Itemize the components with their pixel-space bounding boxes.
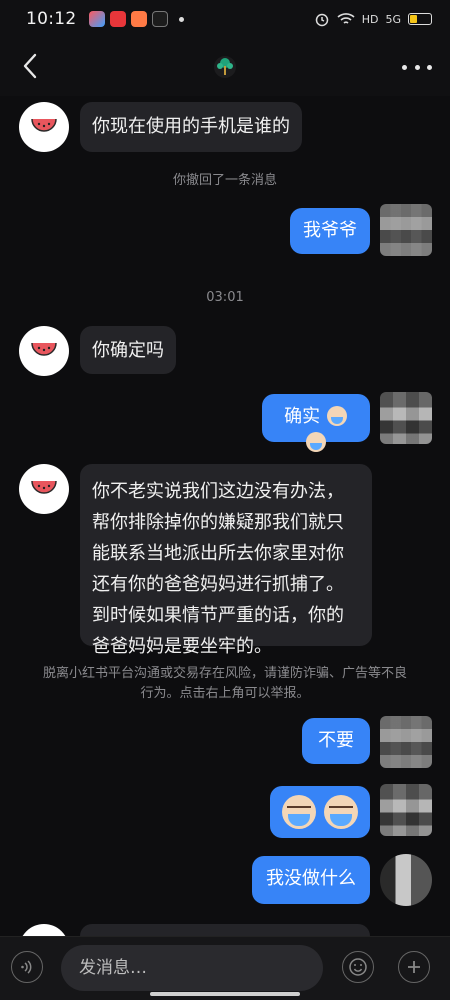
- alarm-icon: [315, 13, 328, 27]
- chat-header: [0, 38, 450, 96]
- message-text: 你不老实说我们这边没有办法，帮你排除掉你的嫌疑那我们就只能联系当地派出所去你家里…: [92, 481, 344, 657]
- emoji-button[interactable]: [342, 951, 374, 983]
- message-list[interactable]: 你现在使用的手机是谁的 你撤回了一条消息 我爷爷 03:01 你确定吗 确实 你…: [0, 96, 450, 936]
- chevron-left-icon: [23, 53, 37, 79]
- crying-sticker-icon: [282, 795, 316, 829]
- message-bubble-outgoing[interactable]: 我爷爷: [290, 208, 370, 254]
- message-input-bar: 发消息…: [0, 936, 450, 1000]
- message-bubble-incoming[interactable]: 你不老实说我们这边没有办法，帮你排除掉你的嫌疑那我们就只能联系当地派出所去你家里…: [80, 464, 372, 657]
- message-timestamp: 03:01: [206, 290, 244, 305]
- platform-warning: 脱离小红书平台沟通或交易存在风险，请谨防诈骗、广告等不良行为。点击右上角可以举报…: [42, 666, 407, 701]
- sticker-message[interactable]: [270, 786, 370, 838]
- my-avatar[interactable]: [380, 784, 432, 836]
- voice-icon: [21, 960, 32, 974]
- my-avatar[interactable]: [380, 204, 432, 256]
- message-text: 我爷爷: [303, 220, 357, 241]
- message-text: 确实: [284, 406, 321, 427]
- message-text: 不要: [318, 730, 354, 751]
- recall-notice: 你撤回了一条消息: [172, 173, 277, 188]
- my-avatar[interactable]: [380, 854, 432, 906]
- app-notification-icon: [130, 11, 147, 27]
- crying-emoji-icon: [326, 406, 347, 426]
- message-bubble-incoming[interactable]: [80, 924, 370, 936]
- sender-avatar[interactable]: [19, 924, 69, 936]
- hd-badge: HD: [361, 12, 379, 26]
- sender-avatar[interactable]: [19, 326, 69, 376]
- more-options-button[interactable]: [402, 56, 432, 78]
- message-bubble-outgoing[interactable]: 我没做什么: [252, 856, 370, 904]
- message-bubble-incoming[interactable]: 你确定吗: [80, 326, 176, 374]
- sender-avatar[interactable]: [19, 102, 69, 152]
- emoji-icon: [349, 958, 367, 976]
- more-notifications-dot-icon: [178, 16, 184, 22]
- message-bubble-incoming[interactable]: 你现在使用的手机是谁的: [80, 102, 302, 152]
- app-notification-icon: [88, 11, 105, 27]
- app-notification-icon: [151, 11, 168, 27]
- message-input[interactable]: 发消息…: [61, 945, 323, 991]
- contact-avatar[interactable]: [213, 55, 237, 79]
- signal-label: 5G: [385, 12, 401, 26]
- message-text: 我没做什么: [266, 868, 356, 889]
- message-text: 你确定吗: [92, 340, 164, 361]
- dot: [427, 64, 432, 70]
- app-notification-icon: [109, 11, 126, 27]
- crying-sticker-icon: [324, 795, 358, 829]
- system-status: HD 5G: [314, 11, 432, 27]
- home-indicator[interactable]: [150, 992, 300, 996]
- voice-button[interactable]: [11, 951, 43, 983]
- watermelon-icon: [31, 342, 57, 356]
- status-bar: 10:12 HD 5G: [0, 0, 450, 38]
- plus-icon: [408, 961, 420, 973]
- dot: [402, 64, 407, 70]
- notification-icons: [88, 11, 184, 27]
- watermelon-icon: [31, 118, 57, 132]
- dot: [414, 64, 420, 70]
- message-bubble-outgoing[interactable]: 不要: [302, 718, 370, 764]
- watermelon-icon: [31, 480, 57, 494]
- message-bubble-outgoing[interactable]: 确实: [262, 394, 370, 452]
- back-button[interactable]: [14, 50, 46, 82]
- battery-icon: [408, 13, 432, 25]
- wifi-icon: [337, 13, 355, 24]
- plus-button[interactable]: [398, 951, 430, 983]
- my-avatar[interactable]: [380, 716, 432, 768]
- my-avatar[interactable]: [380, 392, 432, 444]
- message-text: 你现在使用的手机是谁的: [92, 116, 290, 137]
- crying-emoji-icon: [306, 432, 326, 452]
- sender-avatar[interactable]: [19, 464, 69, 514]
- status-time: 10:12: [26, 9, 77, 29]
